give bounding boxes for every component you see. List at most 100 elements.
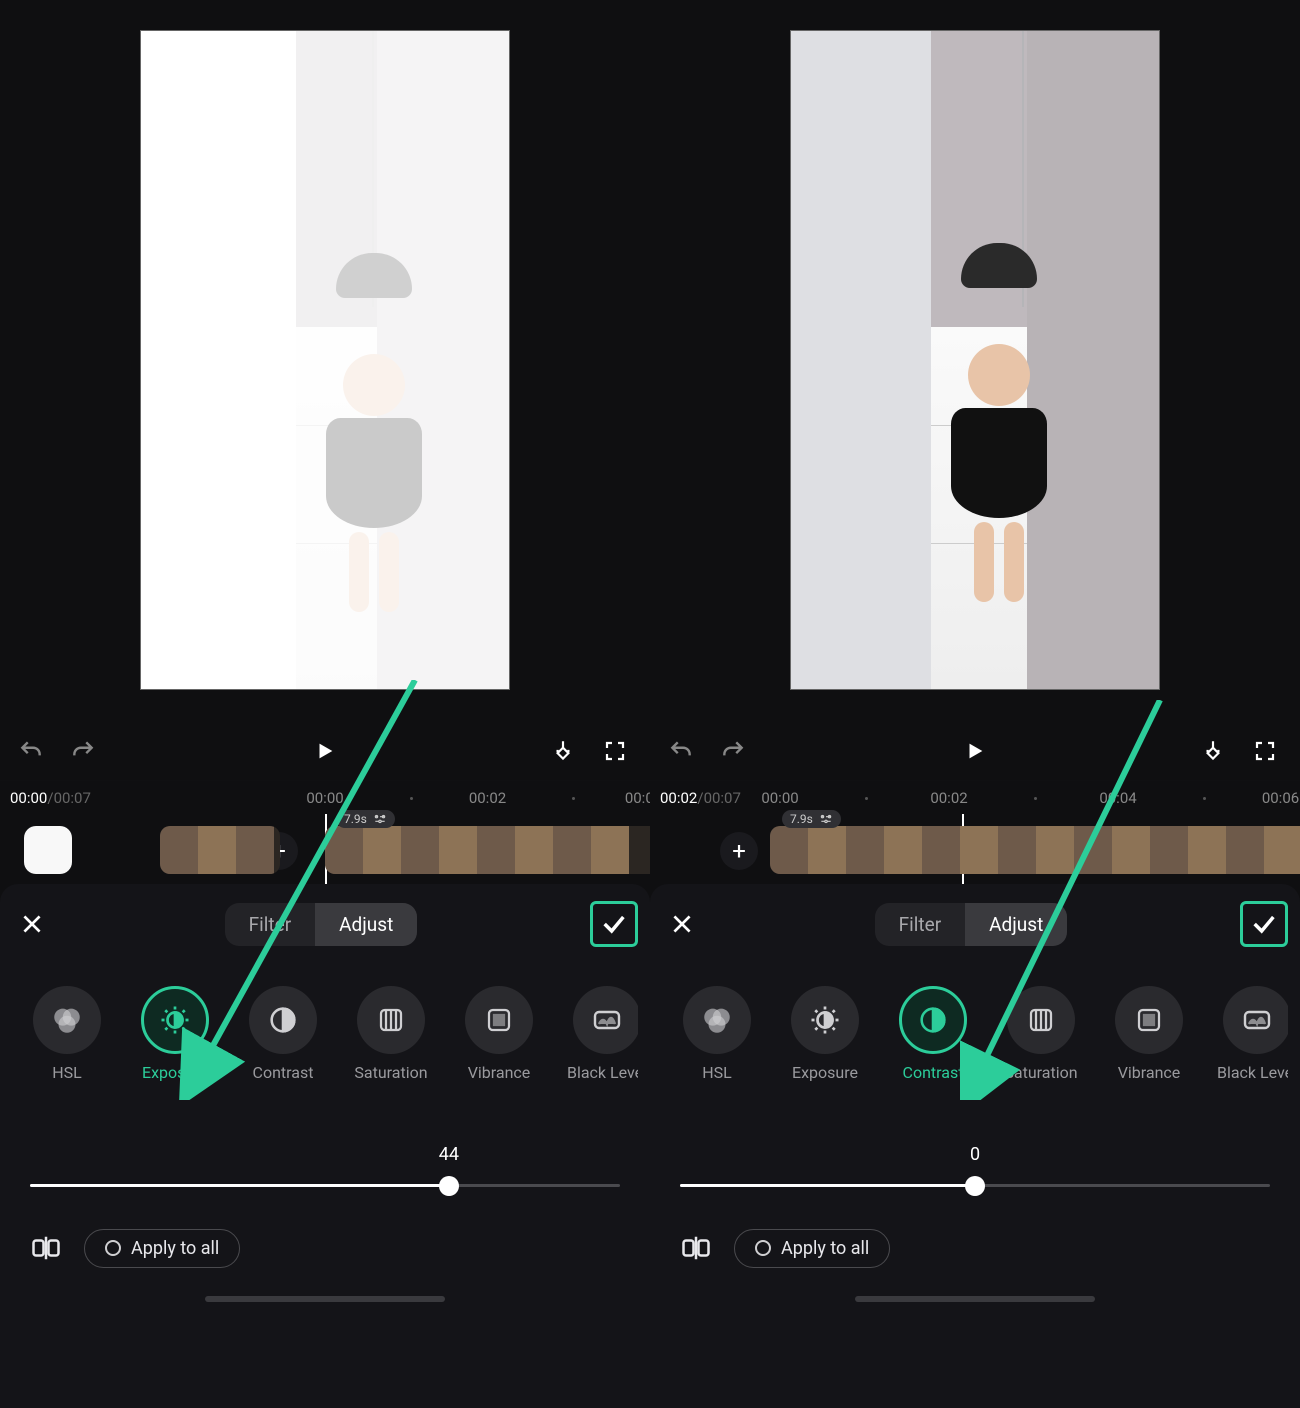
- contrast-icon: [899, 986, 967, 1054]
- param-label: Exposure: [792, 1064, 858, 1100]
- hsl-icon: [683, 986, 751, 1054]
- adjust-panel: Filter Adjust HSL Ex: [0, 884, 650, 1408]
- hsl-icon: [33, 986, 101, 1054]
- keyframe-button[interactable]: [1196, 734, 1230, 768]
- param-label: Black Level: [1217, 1064, 1288, 1100]
- contrast-icon: [249, 986, 317, 1054]
- adjust-params: HSL Exposure Contrast: [12, 986, 638, 1100]
- time-ruler[interactable]: 00:00/00:07 00:00 00:02 00:00: [0, 780, 650, 814]
- clip-duration-tag: 7.9s: [782, 810, 841, 828]
- tab-adjust[interactable]: Adjust: [965, 903, 1067, 946]
- adjust-params: HSL Exposure Contrast: [662, 986, 1288, 1100]
- param-exposure[interactable]: Exposure: [780, 986, 870, 1100]
- param-black-level[interactable]: Black Level: [562, 986, 638, 1100]
- clip-thumb[interactable]: [160, 826, 280, 874]
- editor-pane-left: 00:00/00:07 00:00 00:02 00:00 + 7.9s: [0, 0, 650, 1408]
- exposure-icon: [791, 986, 859, 1054]
- apply-all-button[interactable]: Apply to all: [734, 1229, 890, 1268]
- editor-pane-right: 00:02/00:07 00:00 00:02 00:04 00:06 + 7.…: [650, 0, 1300, 1408]
- time-duration: 00:07: [54, 789, 91, 807]
- ruler-mark: 00:00: [761, 789, 798, 807]
- preview-area: [0, 0, 650, 720]
- param-label: Exposure: [142, 1064, 208, 1100]
- redo-button[interactable]: [66, 734, 100, 768]
- circle-icon: [105, 1240, 121, 1256]
- param-label: HSL: [52, 1064, 82, 1100]
- clip-cap[interactable]: [24, 826, 72, 874]
- tab-filter[interactable]: Filter: [225, 903, 315, 946]
- fullscreen-button[interactable]: [1248, 734, 1282, 768]
- redo-button[interactable]: [716, 734, 750, 768]
- confirm-button[interactable]: [590, 901, 638, 947]
- value-slider[interactable]: 44: [12, 1144, 638, 1200]
- video-preview[interactable]: [790, 30, 1160, 690]
- param-label: Vibrance: [468, 1064, 531, 1100]
- add-clip-button[interactable]: +: [720, 832, 758, 870]
- transport-bar: [650, 720, 1300, 780]
- tab-filter[interactable]: Filter: [875, 903, 965, 946]
- fullscreen-button[interactable]: [598, 734, 632, 768]
- vibrance-icon: [1115, 986, 1183, 1054]
- play-button[interactable]: [308, 734, 342, 768]
- undo-button[interactable]: [664, 734, 698, 768]
- tab-adjust[interactable]: Adjust: [315, 903, 417, 946]
- exposure-icon: [141, 986, 209, 1054]
- param-vibrance[interactable]: Vibrance: [1104, 986, 1194, 1100]
- filter-adjust-tabs: Filter Adjust: [225, 903, 418, 946]
- black-level-icon: [1223, 986, 1288, 1054]
- play-button[interactable]: [958, 734, 992, 768]
- param-saturation[interactable]: Saturation: [346, 986, 436, 1100]
- confirm-button[interactable]: [1240, 901, 1288, 947]
- param-label: Black Level: [567, 1064, 638, 1100]
- ruler-mark: 00:04: [1099, 789, 1136, 807]
- param-label: HSL: [702, 1064, 732, 1100]
- undo-button[interactable]: [14, 734, 48, 768]
- preview-area: [650, 0, 1300, 720]
- param-saturation[interactable]: Saturation: [996, 986, 1086, 1100]
- param-vibrance[interactable]: Vibrance: [454, 986, 544, 1100]
- compare-button[interactable]: [676, 1228, 716, 1268]
- param-contrast[interactable]: Contrast: [238, 986, 328, 1100]
- transport-bar: [0, 720, 650, 780]
- apply-all-button[interactable]: Apply to all: [84, 1229, 240, 1268]
- circle-icon: [755, 1240, 771, 1256]
- param-label: Contrast: [903, 1064, 964, 1100]
- value-slider[interactable]: 0: [662, 1144, 1288, 1200]
- param-hsl[interactable]: HSL: [672, 986, 762, 1100]
- saturation-icon: [357, 986, 425, 1054]
- compare-button[interactable]: [26, 1228, 66, 1268]
- timeline[interactable]: + 7.9s: [650, 814, 1300, 884]
- slider-value: 0: [970, 1144, 980, 1165]
- home-indicator: [205, 1296, 445, 1302]
- keyframe-button[interactable]: [546, 734, 580, 768]
- black-level-icon: [573, 986, 638, 1054]
- home-indicator: [855, 1296, 1095, 1302]
- time-ruler[interactable]: 00:02/00:07 00:00 00:02 00:04 00:06: [650, 780, 1300, 814]
- apply-all-label: Apply to all: [781, 1238, 869, 1259]
- apply-all-label: Apply to all: [131, 1238, 219, 1259]
- slider-value: 44: [439, 1144, 459, 1165]
- saturation-icon: [1007, 986, 1075, 1054]
- video-preview[interactable]: [140, 30, 510, 690]
- param-black-level[interactable]: Black Level: [1212, 986, 1288, 1100]
- time-current: 00:00: [10, 789, 47, 807]
- clip-duration-tag: 7.9s: [336, 810, 395, 828]
- vibrance-icon: [465, 986, 533, 1054]
- ruler-mark: 00:00: [306, 789, 343, 807]
- close-button[interactable]: [12, 904, 52, 944]
- close-button[interactable]: [662, 904, 702, 944]
- param-label: Saturation: [1004, 1064, 1077, 1100]
- param-label: Contrast: [253, 1064, 314, 1100]
- video-clip[interactable]: [325, 826, 650, 874]
- video-clip[interactable]: [770, 826, 1300, 874]
- ruler-mark: 00:02: [930, 789, 967, 807]
- param-contrast[interactable]: Contrast: [888, 986, 978, 1100]
- time-current: 00:02: [660, 789, 697, 807]
- param-label: Saturation: [354, 1064, 427, 1100]
- param-label: Vibrance: [1118, 1064, 1181, 1100]
- timeline[interactable]: + 7.9s: [0, 814, 650, 884]
- filter-adjust-tabs: Filter Adjust: [875, 903, 1068, 946]
- param-hsl[interactable]: HSL: [22, 986, 112, 1100]
- param-exposure[interactable]: Exposure: [130, 986, 220, 1100]
- ruler-mark: 00:06: [1262, 789, 1299, 807]
